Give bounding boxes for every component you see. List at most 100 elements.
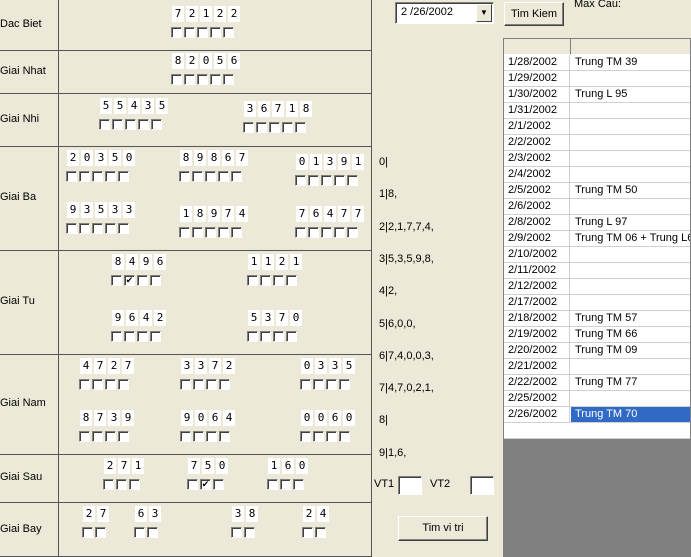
digit-checkbox[interactable] (179, 227, 190, 238)
digit-checkbox[interactable] (111, 331, 122, 342)
digit-checkbox[interactable] (124, 275, 135, 286)
digit-checkbox[interactable] (171, 27, 182, 38)
digit-checkbox[interactable] (197, 27, 208, 38)
digit-checkbox[interactable] (150, 331, 161, 342)
digit-checkbox[interactable] (184, 27, 195, 38)
list-item[interactable]: 2/12/2002 (504, 279, 690, 295)
digit-checkbox[interactable] (231, 171, 242, 182)
digit-checkbox[interactable] (218, 227, 229, 238)
digit-checkbox[interactable] (334, 227, 345, 238)
digit-checkbox[interactable] (244, 527, 255, 538)
vt1-input[interactable] (398, 476, 422, 495)
digit-checkbox[interactable] (247, 331, 258, 342)
digit-checkbox[interactable] (295, 122, 306, 133)
digit-checkbox[interactable] (273, 331, 284, 342)
digit-checkbox[interactable] (99, 119, 110, 130)
digit-checkbox[interactable] (137, 275, 148, 286)
digit-checkbox[interactable] (321, 175, 332, 186)
digit-checkbox[interactable] (92, 171, 103, 182)
list-item[interactable]: 2/5/2002 Trung TM 50 (504, 183, 690, 199)
digit-checkbox[interactable] (150, 275, 161, 286)
list-item[interactable]: 2/26/2002 Trung TM 70 (504, 407, 690, 423)
digit-checkbox[interactable] (125, 119, 136, 130)
digit-checkbox[interactable] (193, 431, 204, 442)
list-item[interactable]: 2/6/2002 (504, 199, 690, 215)
digit-checkbox[interactable] (118, 171, 129, 182)
digit-checkbox[interactable] (347, 175, 358, 186)
history-list[interactable]: 1/28/2002 Trung TM 39 1/29/2002 1/30/2002 Tr… (503, 38, 691, 557)
list-item[interactable]: 1/30/2002 Trung L 95 (504, 87, 690, 103)
digit-checkbox[interactable] (231, 227, 242, 238)
digit-checkbox[interactable] (223, 74, 234, 85)
list-item[interactable]: 2/1/2002 (504, 119, 690, 135)
digit-checkbox[interactable] (243, 122, 254, 133)
digit-checkbox[interactable] (206, 431, 217, 442)
list-item[interactable]: 2/20/2002 Trung TM 09 (504, 343, 690, 359)
digit-checkbox[interactable] (205, 171, 216, 182)
digit-checkbox[interactable] (286, 331, 297, 342)
digit-checkbox[interactable] (247, 275, 258, 286)
digit-checkbox[interactable] (95, 527, 106, 538)
digit-checkbox[interactable] (339, 431, 350, 442)
digit-checkbox[interactable] (347, 227, 358, 238)
digit-checkbox[interactable] (105, 171, 116, 182)
digit-checkbox[interactable] (210, 27, 221, 38)
digit-checkbox[interactable] (295, 227, 306, 238)
list-item[interactable]: 2/19/2002 Trung TM 66 (504, 327, 690, 343)
digit-checkbox[interactable] (219, 431, 230, 442)
list-item[interactable]: 2/17/2002 (504, 295, 690, 311)
digit-checkbox[interactable] (79, 223, 90, 234)
list-item[interactable]: 2/10/2002 (504, 247, 690, 263)
digit-checkbox[interactable] (213, 479, 224, 490)
digit-checkbox[interactable] (92, 223, 103, 234)
list-item[interactable]: 2/8/2002 Trung L 97 (504, 215, 690, 231)
digit-checkbox[interactable] (118, 431, 129, 442)
digit-checkbox[interactable] (308, 227, 319, 238)
digit-checkbox[interactable] (138, 119, 149, 130)
digit-checkbox[interactable] (286, 275, 297, 286)
digit-checkbox[interactable] (300, 379, 311, 390)
digit-checkbox[interactable] (180, 379, 191, 390)
digit-checkbox[interactable] (134, 527, 145, 538)
list-item[interactable]: 1/29/2002 (504, 71, 690, 87)
list-item[interactable]: 2/9/2002 Trung TM 06 + Trung L6 (504, 231, 690, 247)
digit-checkbox[interactable] (326, 431, 337, 442)
digit-checkbox[interactable] (116, 479, 127, 490)
digit-checkbox[interactable] (147, 527, 158, 538)
digit-checkbox[interactable] (171, 74, 182, 85)
digit-checkbox[interactable] (260, 331, 271, 342)
digit-checkbox[interactable] (280, 479, 291, 490)
digit-checkbox[interactable] (118, 223, 129, 234)
digit-checkbox[interactable] (256, 122, 267, 133)
digit-checkbox[interactable] (308, 175, 319, 186)
digit-checkbox[interactable] (218, 171, 229, 182)
digit-checkbox[interactable] (82, 527, 93, 538)
digit-checkbox[interactable] (219, 379, 230, 390)
digit-checkbox[interactable] (184, 74, 195, 85)
digit-checkbox[interactable] (260, 275, 271, 286)
digit-checkbox[interactable] (206, 379, 217, 390)
digit-checkbox[interactable] (66, 171, 77, 182)
list-item[interactable]: 1/31/2002 (504, 103, 690, 119)
digit-checkbox[interactable] (269, 122, 280, 133)
digit-checkbox[interactable] (210, 74, 221, 85)
tim-vi-tri-button[interactable]: Tim vi tri (398, 516, 488, 541)
digit-checkbox[interactable] (313, 379, 324, 390)
digit-checkbox[interactable] (192, 171, 203, 182)
list-item[interactable]: 2/4/2002 (504, 167, 690, 183)
digit-checkbox[interactable] (180, 431, 191, 442)
list-item[interactable]: 2/18/2002 Trung TM 57 (504, 311, 690, 327)
list-item[interactable]: 2/11/2002 (504, 263, 690, 279)
list-item[interactable]: 2/21/2002 (504, 359, 690, 375)
tim-kiem-button[interactable]: Tim Kiem (504, 2, 564, 26)
digit-checkbox[interactable] (339, 379, 350, 390)
digit-checkbox[interactable] (193, 379, 204, 390)
list-item[interactable]: 2/25/2002 (504, 391, 690, 407)
digit-checkbox[interactable] (223, 27, 234, 38)
list-item[interactable]: 1/28/2002 Trung TM 39 (504, 55, 690, 71)
digit-checkbox[interactable] (105, 379, 116, 390)
digit-checkbox[interactable] (105, 431, 116, 442)
digit-checkbox[interactable] (79, 171, 90, 182)
digit-checkbox[interactable] (267, 479, 278, 490)
digit-checkbox[interactable] (200, 479, 211, 490)
